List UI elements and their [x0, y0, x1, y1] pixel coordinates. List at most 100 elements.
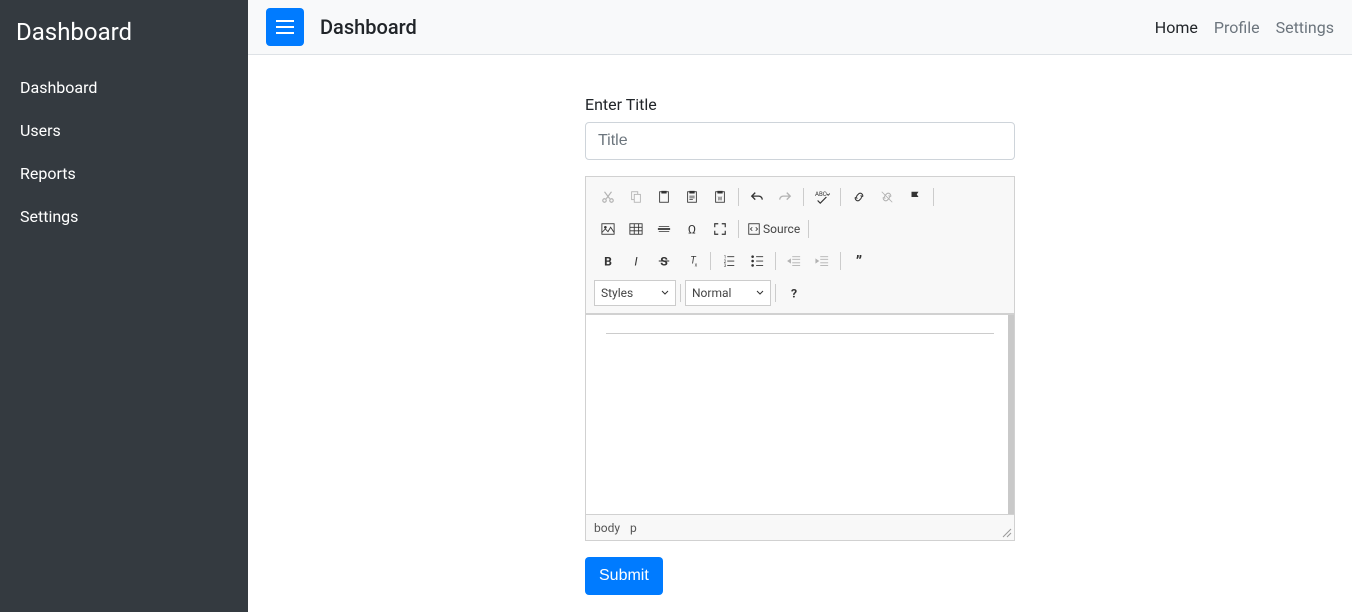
page-title: Dashboard [320, 15, 417, 39]
separator [738, 188, 739, 206]
sidebar-item-dashboard[interactable]: Dashboard [0, 66, 248, 109]
scrollbar[interactable] [1008, 315, 1014, 514]
title-input[interactable] [585, 122, 1015, 160]
separator [680, 284, 681, 302]
path-p[interactable]: p [630, 521, 637, 535]
styles-label: Styles [601, 286, 633, 300]
nav-home[interactable]: Home [1155, 18, 1198, 37]
toolbar-row-1: W ABC [594, 183, 1006, 211]
strikethrough-icon: S [657, 254, 671, 268]
svg-text:ABC: ABC [815, 191, 827, 198]
svg-text:3: 3 [724, 264, 727, 268]
separator [775, 252, 776, 270]
sidebar-item-reports[interactable]: Reports [0, 152, 248, 195]
numbered-list-button[interactable]: 123 [715, 248, 743, 274]
link-button[interactable] [845, 184, 873, 210]
undo-button[interactable] [743, 184, 771, 210]
cut-button[interactable] [594, 184, 622, 210]
svg-text:?: ? [791, 286, 797, 300]
resize-handle-icon[interactable] [1000, 526, 1012, 538]
paste-word-button[interactable]: W [706, 184, 734, 210]
numbered-list-icon: 123 [722, 254, 736, 268]
italic-icon: I [629, 254, 643, 268]
question-icon: ? [787, 286, 801, 300]
spellcheck-icon: ABC [814, 190, 830, 204]
clipboard-word-icon: W [713, 190, 727, 204]
nav-settings[interactable]: Settings [1276, 18, 1334, 37]
bold-button[interactable]: B [594, 248, 622, 274]
toolbar-row-4: Styles Normal ? [594, 279, 1006, 307]
separator [710, 252, 711, 270]
specialchar-button[interactable]: Ω [678, 216, 706, 242]
toolbar-row-3: B I S Tx 123 ” [594, 247, 1006, 275]
separator [803, 188, 804, 206]
sidebar: Dashboard Dashboard Users Reports Settin… [0, 0, 248, 612]
submit-button[interactable]: Submit [585, 557, 663, 595]
svg-text:x: x [695, 262, 698, 268]
topbar: Dashboard Home Profile Settings [248, 0, 1352, 55]
clipboard-icon [657, 190, 671, 204]
undo-icon [750, 190, 764, 204]
spellcheck-button[interactable]: ABC [808, 184, 836, 210]
nav-profile[interactable]: Profile [1214, 18, 1260, 37]
styles-dropdown[interactable]: Styles [594, 280, 676, 306]
table-button[interactable] [622, 216, 650, 242]
image-button[interactable] [594, 216, 622, 242]
omega-icon: Ω [685, 222, 699, 236]
path-body[interactable]: body [594, 521, 620, 535]
indent-button[interactable] [808, 248, 836, 274]
blockquote-button[interactable]: ” [845, 248, 873, 274]
link-icon [852, 190, 866, 204]
remove-format-icon: Tx [685, 254, 699, 268]
strike-button[interactable]: S [650, 248, 678, 274]
indent-icon [815, 254, 829, 268]
about-button[interactable]: ? [780, 280, 808, 306]
copy-icon [629, 190, 643, 204]
sidebar-item-settings[interactable]: Settings [0, 195, 248, 238]
rich-text-editor: W ABC [585, 176, 1015, 541]
separator [840, 252, 841, 270]
italic-button[interactable]: I [622, 248, 650, 274]
outdent-icon [787, 254, 801, 268]
removeformat-button[interactable]: Tx [678, 248, 706, 274]
editor-body[interactable] [586, 314, 1014, 514]
maximize-button[interactable] [706, 216, 734, 242]
bulleted-list-button[interactable] [743, 248, 771, 274]
source-label: Source [763, 222, 800, 236]
hr-button[interactable] [650, 216, 678, 242]
separator [775, 284, 776, 302]
editor-statusbar: body p [586, 514, 1014, 540]
paste-button[interactable] [650, 184, 678, 210]
svg-text:I: I [634, 254, 638, 268]
clipboard-text-icon [685, 190, 699, 204]
svg-text:”: ” [856, 254, 862, 268]
separator [738, 220, 739, 238]
format-label: Normal [692, 286, 731, 300]
separator [840, 188, 841, 206]
form: Enter Title W ABC [585, 95, 1015, 595]
editor-toolbar: W ABC [586, 177, 1014, 314]
main: Dashboard Home Profile Settings Enter Ti… [248, 0, 1352, 612]
redo-button[interactable] [771, 184, 799, 210]
horizontal-rule-icon [657, 222, 671, 236]
content: Enter Title W ABC [248, 55, 1352, 595]
unlink-icon [880, 190, 894, 204]
separator [808, 220, 809, 238]
paste-text-button[interactable] [678, 184, 706, 210]
scissors-icon [601, 190, 615, 204]
copy-button[interactable] [622, 184, 650, 210]
anchor-button[interactable] [901, 184, 929, 210]
format-dropdown[interactable]: Normal [685, 280, 771, 306]
sidebar-toggle-button[interactable] [266, 8, 304, 46]
outdent-button[interactable] [780, 248, 808, 274]
flag-icon [908, 190, 922, 204]
unlink-button[interactable] [873, 184, 901, 210]
content-hr [606, 333, 994, 334]
hamburger-icon [276, 20, 294, 34]
separator [933, 188, 934, 206]
source-button[interactable]: Source [743, 216, 804, 242]
sidebar-title: Dashboard [0, 18, 248, 66]
sidebar-item-users[interactable]: Users [0, 109, 248, 152]
redo-icon [778, 190, 792, 204]
svg-text:Ω: Ω [688, 222, 696, 236]
